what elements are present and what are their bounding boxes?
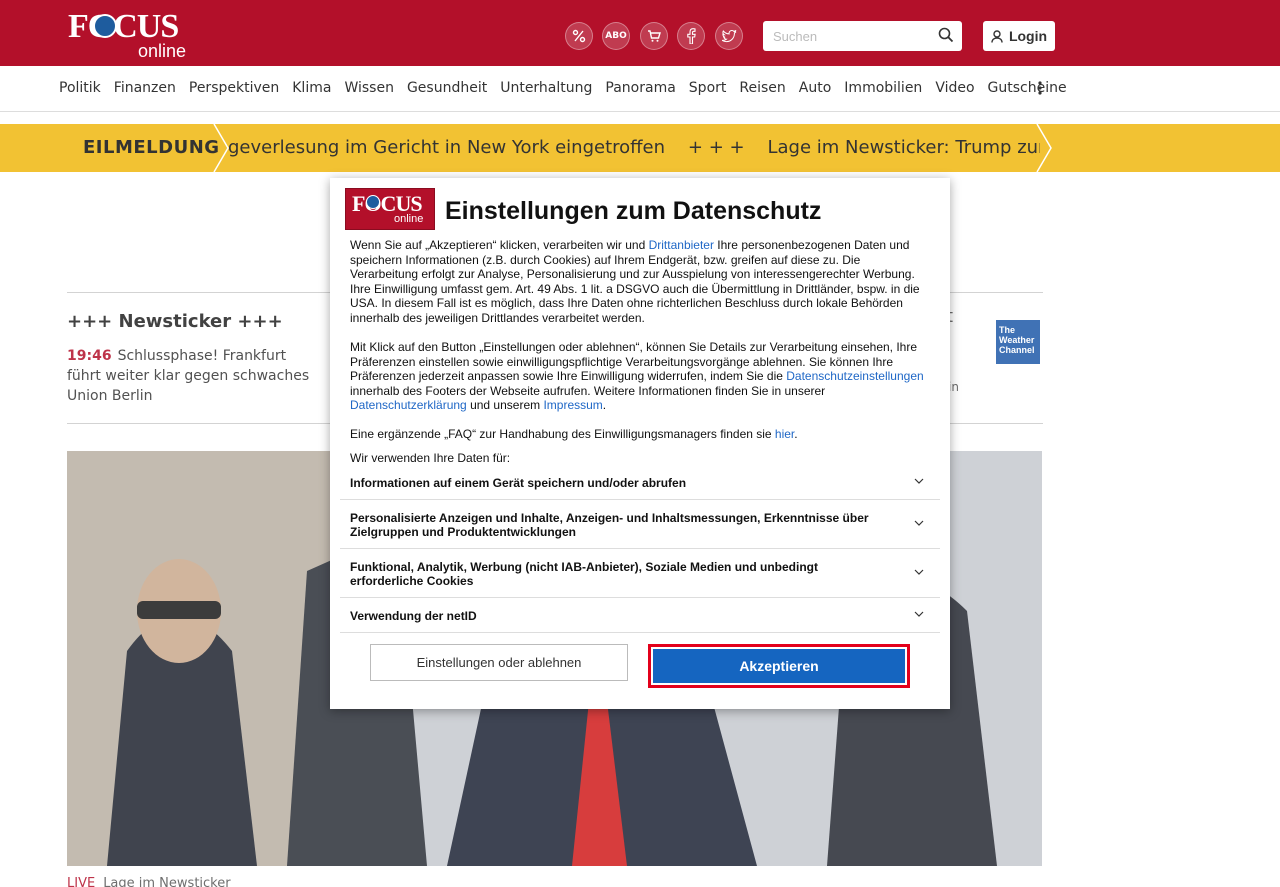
login-button[interactable]: Login xyxy=(983,21,1055,51)
cart-icon[interactable] xyxy=(640,22,668,50)
privacy-policy-link[interactable]: Datenschutzerklärung xyxy=(350,398,467,412)
ticker-text[interactable]: geverlesung im Gericht in New York einge… xyxy=(228,137,1040,158)
header-bar: FOCUS online ABO Login xyxy=(0,0,1280,66)
nav-item-wissen[interactable]: Wissen xyxy=(344,80,394,96)
consent-paragraph-3: Eine ergänzende „FAQ“ zur Handhabung des… xyxy=(350,427,798,441)
purpose-row[interactable]: Funktional, Analytik, Werbung (nicht IAB… xyxy=(340,549,940,598)
consent-paragraph-2: Mit Klick auf den Button „Einstellungen … xyxy=(350,340,924,413)
nav-item-perspektiven[interactable]: Perspektiven xyxy=(189,80,279,96)
search-input[interactable] xyxy=(763,21,931,51)
purpose-label: Personalisierte Anzeigen und Inhalte, An… xyxy=(350,511,869,539)
imprint-link[interactable]: Impressum xyxy=(543,398,602,412)
nav-item-unterhaltung[interactable]: Unterhaltung xyxy=(500,80,592,96)
search-icon[interactable] xyxy=(938,27,954,43)
breaking-news-ticker[interactable]: EILMELDUNG geverlesung im Gericht in New… xyxy=(0,124,1280,172)
globe-icon xyxy=(366,195,380,209)
nav-item-reisen[interactable]: Reisen xyxy=(739,80,785,96)
main-navigation: Politik Finanzen Perspektiven Klima Wissen Ge… xyxy=(0,66,1280,112)
page: FOCUS online ABO Login Politik Finanzen Pe… xyxy=(0,0,1280,887)
consent-paragraph-1: Wenn Sie auf „Akzeptieren“ klicken, vera… xyxy=(350,238,920,325)
privacy-consent-dialog: FOCUS online Einstellungen zum Datenschu… xyxy=(330,178,950,709)
dialog-title: Einstellungen zum Datenschutz xyxy=(445,197,822,225)
purpose-row[interactable]: Verwendung der netID xyxy=(340,598,940,633)
purposes-intro: Wir verwenden Ihre Daten für: xyxy=(350,451,511,465)
settings-or-reject-button[interactable]: Einstellungen oder ablehnen xyxy=(370,644,628,681)
chevron-down-icon[interactable] xyxy=(914,519,924,527)
purpose-row[interactable]: Personalisierte Anzeigen und Inhalte, An… xyxy=(340,500,940,549)
chevron-down-icon[interactable] xyxy=(914,477,924,485)
abo-icon[interactable]: ABO xyxy=(602,22,630,50)
globe-icon xyxy=(93,14,117,38)
nav-item-politik[interactable]: Politik xyxy=(59,80,101,96)
purpose-label: Informationen auf einem Gerät speichern … xyxy=(350,476,687,490)
accept-button-highlight: Akzeptieren xyxy=(648,644,910,688)
chevron-down-icon[interactable] xyxy=(914,610,924,618)
purpose-label: Verwendung der netID xyxy=(350,609,477,623)
logo-subtitle: online xyxy=(138,41,187,61)
privacy-settings-link[interactable]: Datenschutzeinstellungen xyxy=(786,369,923,383)
twitter-icon[interactable] xyxy=(715,22,743,50)
accept-button[interactable]: Akzeptieren xyxy=(653,649,905,683)
nav-item-finanzen[interactable]: Finanzen xyxy=(114,80,176,96)
nav-item-sport[interactable]: Sport xyxy=(689,80,727,96)
ticker-end-icon xyxy=(1036,124,1052,172)
focus-logo[interactable]: FOCUS online xyxy=(68,8,198,61)
faq-link[interactable]: hier xyxy=(775,427,794,441)
nav-items: Politik Finanzen Perspektiven Klima Wissen Ge… xyxy=(59,80,1067,96)
nav-item-video[interactable]: Video xyxy=(935,80,974,96)
purpose-label: Funktional, Analytik, Werbung (nicht IAB… xyxy=(350,560,818,588)
facebook-icon[interactable] xyxy=(677,22,705,50)
nav-item-klima[interactable]: Klima xyxy=(292,80,331,96)
nav-item-panorama[interactable]: Panorama xyxy=(605,80,675,96)
discount-icon[interactable] xyxy=(565,22,593,50)
nav-item-gesundheit[interactable]: Gesundheit xyxy=(407,80,487,96)
purpose-row[interactable]: Informationen auf einem Gerät speichern … xyxy=(340,466,940,500)
nav-item-auto[interactable]: Auto xyxy=(799,80,832,96)
nav-item-gutscheine[interactable]: Gutscheine xyxy=(988,80,1067,96)
user-icon xyxy=(991,29,1003,43)
chevron-down-icon[interactable] xyxy=(914,568,924,576)
search-box xyxy=(763,21,962,51)
login-label: Login xyxy=(1008,28,1048,44)
focus-logo-small: FOCUS online xyxy=(345,188,435,230)
nav-item-immobilien[interactable]: Immobilien xyxy=(844,80,922,96)
ticker-label: EILMELDUNG xyxy=(83,137,220,158)
more-menu-icon[interactable] xyxy=(1036,80,1044,96)
third-parties-link[interactable]: Drittanbieter xyxy=(649,238,714,252)
